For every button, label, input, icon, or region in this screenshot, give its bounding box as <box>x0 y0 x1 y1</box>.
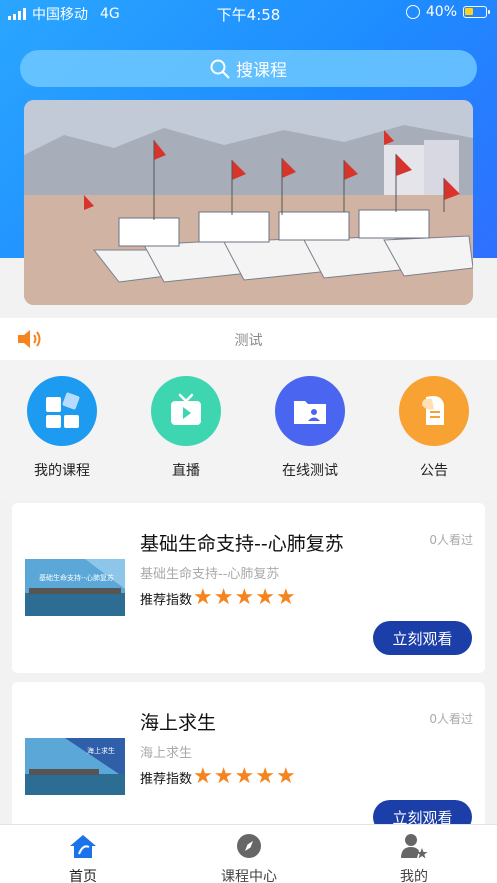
battery-icon <box>463 6 490 18</box>
star-icon: ★ <box>234 585 255 610</box>
online-test-icon <box>275 376 345 446</box>
compass-icon <box>237 834 261 858</box>
course-thumbnail: 海上求生 <box>25 738 125 795</box>
course-subtitle: 基础生命支持--心肺复苏 <box>140 567 280 582</box>
profile-icon <box>401 834 428 859</box>
star-icon: ★ <box>255 585 275 610</box>
star-icon: ★ <box>213 764 234 789</box>
thumbnail-caption: 基础生命支持--心肺复苏 <box>39 574 115 582</box>
course-title: 海上求生 <box>140 712 217 734</box>
rating: 推荐指数 ★ ★ ★ ★ ★ <box>140 585 296 610</box>
nav-label: 我的课程 <box>34 463 90 479</box>
thumbnail-caption: 海上求生 <box>87 747 115 755</box>
tab-label: 首页 <box>69 869 97 883</box>
course-subtitle: 海上求生 <box>140 746 193 761</box>
search-bar[interactable]: 搜课程 <box>20 50 477 87</box>
rating: 推荐指数 ★ ★ ★ ★ ★ <box>140 764 296 789</box>
banner-image[interactable] <box>24 100 473 305</box>
nav-live[interactable]: 直播 <box>131 376 241 480</box>
nav-label: 在线测试 <box>282 463 338 479</box>
search-icon <box>210 59 230 78</box>
announcement-icon <box>399 376 469 446</box>
battery-percent: 40% <box>425 4 457 20</box>
star-icon: ★ <box>275 585 296 610</box>
status-right: 40% <box>405 4 490 20</box>
tab-home[interactable]: 首页 <box>23 833 143 883</box>
rotation-lock-icon <box>405 5 420 19</box>
tab-label: 我的 <box>400 869 428 883</box>
status-bar: 中国移动 4G 下午4:58 40% <box>0 0 497 26</box>
course-title: 基础生命支持--心肺复苏 <box>140 533 344 555</box>
tab-profile[interactable]: 我的 <box>354 833 474 883</box>
view-count: 0人看过 <box>429 712 473 726</box>
nav-online-test[interactable]: 在线测试 <box>255 376 365 480</box>
home-icon <box>70 835 96 858</box>
quick-nav: 我的课程 直播 在线测试 公告 <box>0 362 497 500</box>
nav-announcement[interactable]: 公告 <box>379 376 489 480</box>
tab-label: 课程中心 <box>221 869 277 883</box>
rating-label: 推荐指数 <box>140 771 193 787</box>
nav-label: 公告 <box>420 463 448 479</box>
course-card[interactable]: 基础生命支持--心肺复苏 基础生命支持--心肺复苏 0人看过 基础生命支持--心… <box>12 503 485 673</box>
star-icon: ★ <box>234 764 255 789</box>
live-tv-icon <box>151 376 221 446</box>
view-count: 0人看过 <box>429 533 473 547</box>
nav-label: 直播 <box>172 463 200 479</box>
star-icon: ★ <box>193 585 213 610</box>
star-icon: ★ <box>255 764 275 789</box>
course-thumbnail: 基础生命支持--心肺复苏 <box>25 559 125 616</box>
star-icon: ★ <box>275 764 296 789</box>
rating-label: 推荐指数 <box>140 592 193 608</box>
search-label: 搜课程 <box>236 61 287 81</box>
notice-bar[interactable]: 测试 <box>0 318 497 360</box>
notice-text: 测试 <box>234 333 263 349</box>
tab-bar: 首页 课程中心 我的 <box>0 824 497 883</box>
nav-my-courses[interactable]: 我的课程 <box>7 376 117 480</box>
tab-course-center[interactable]: 课程中心 <box>189 833 309 883</box>
star-icon: ★ <box>193 764 213 789</box>
my-courses-icon <box>27 376 97 446</box>
watch-now-button[interactable]: 立刻观看 <box>373 621 472 655</box>
star-icon: ★ <box>213 585 234 610</box>
harbor-fishing-boats-illustration <box>24 100 473 305</box>
